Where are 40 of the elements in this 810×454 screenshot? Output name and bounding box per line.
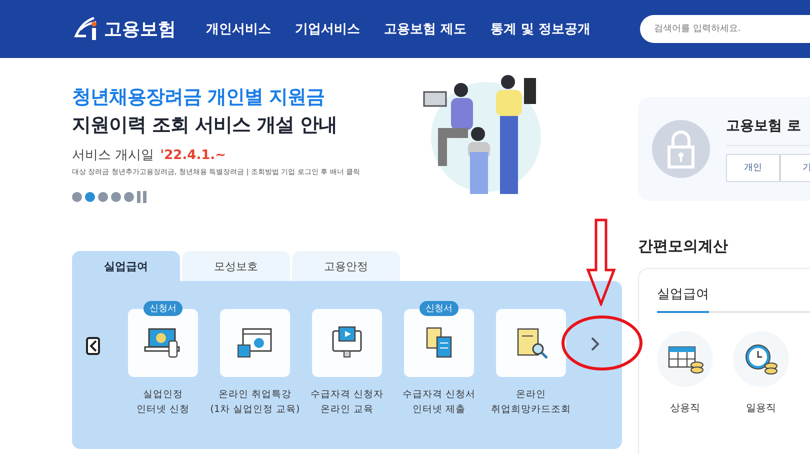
banner-title: 지원이력 조회 서비스 개설 안내 xyxy=(72,113,338,138)
slide-dot[interactable] xyxy=(111,192,121,202)
previous-button[interactable] xyxy=(86,337,100,355)
lock-icon xyxy=(652,120,710,178)
pause-icon[interactable] xyxy=(137,191,147,203)
tab[interactable]: 모성보호 xyxy=(182,251,290,281)
service-card[interactable] xyxy=(312,309,382,377)
search-field[interactable]: 검색어를 입력하세요. xyxy=(640,15,810,43)
service-card[interactable] xyxy=(220,309,290,377)
service-label[interactable]: 수급자격 신청서 인터넷 제출 xyxy=(402,387,476,417)
login-type-button[interactable]: 기 xyxy=(780,154,810,182)
nav-link[interactable]: 기업서비스 xyxy=(295,20,360,38)
logo-text[interactable]: 고용보험 xyxy=(104,17,176,41)
slide-dot[interactable] xyxy=(72,192,82,202)
login-title: 고용보험 로 xyxy=(726,116,810,146)
calculator-label[interactable]: 일용직 xyxy=(746,401,776,415)
tab[interactable]: 고용안정 xyxy=(292,251,400,281)
nav-link[interactable]: 고용보험 제도 xyxy=(384,20,467,38)
section-heading: 간편모의계산 xyxy=(638,237,729,256)
start-date: '22.4.1.~ xyxy=(160,148,226,163)
calendar-icon[interactable] xyxy=(657,331,713,387)
start-label: 서비스 개시일 xyxy=(72,147,154,164)
clock-icon[interactable] xyxy=(733,331,789,387)
application-badge: 신청서 xyxy=(144,301,182,316)
service-label[interactable]: 온라인 취업희망카드조회 xyxy=(491,387,571,417)
tab[interactable]: 실업급여 xyxy=(657,285,709,313)
tab[interactable]: 실업급여 xyxy=(72,251,180,281)
banner-title: 청년채용장려금 개인별 지원금 xyxy=(72,85,326,110)
service-label[interactable]: 수급자격 신청자 온라인 교육 xyxy=(310,387,384,417)
service-card[interactable] xyxy=(496,309,566,377)
calculator-label[interactable]: 상용직 xyxy=(670,401,700,415)
nav-link[interactable]: 통계 및 정보공개 xyxy=(490,20,591,38)
login-type-button[interactable]: 개인 xyxy=(726,154,780,182)
service-label[interactable]: 온라인 취업특강 (1차 실업인정 교육) xyxy=(210,387,300,417)
slide-dot[interactable] xyxy=(85,192,95,202)
slide-dot[interactable] xyxy=(98,192,108,202)
application-badge: 신청서 xyxy=(420,301,458,316)
nav-link[interactable]: 개인서비스 xyxy=(206,20,271,38)
service-label[interactable]: 실업인정 인터넷 신청 xyxy=(136,387,190,417)
slide-dot[interactable] xyxy=(124,192,134,202)
